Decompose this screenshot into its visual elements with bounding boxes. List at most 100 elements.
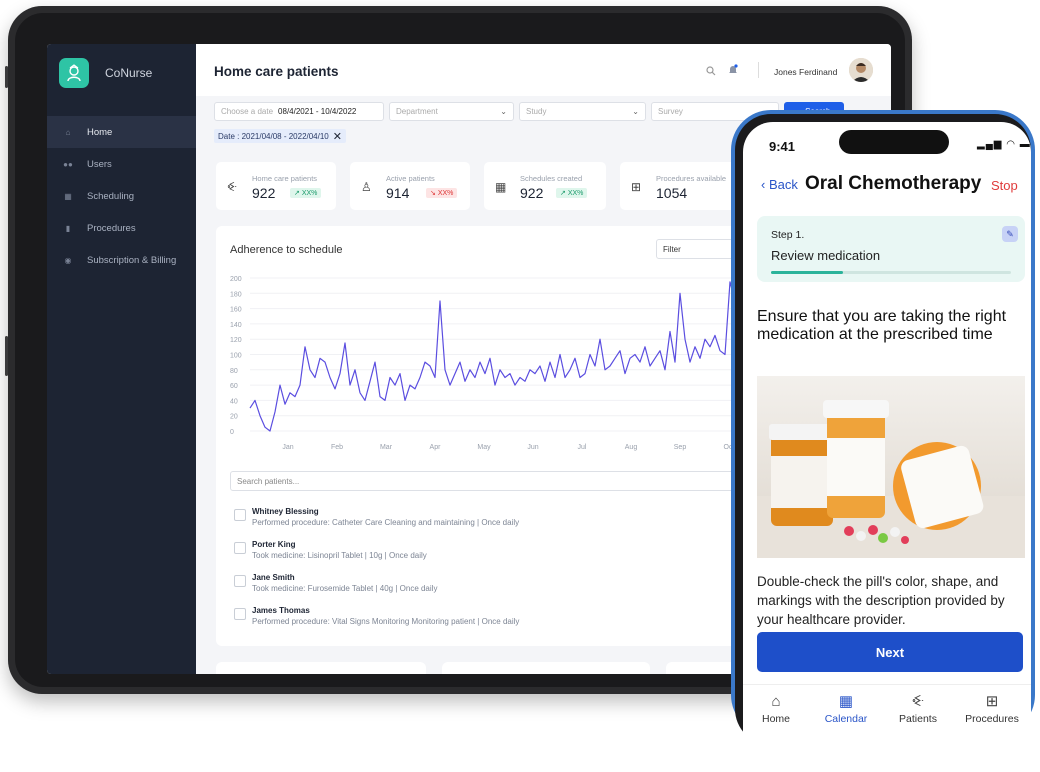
calendar-icon: ▦ xyxy=(495,180,507,194)
user-name[interactable]: Jones Ferdinand xyxy=(774,67,837,77)
stat-card-schedules: ▦ Schedules created 922 ↗ XX% xyxy=(484,162,606,210)
home-icon: ⌂ xyxy=(65,127,71,137)
back-button[interactable]: ‹ Back xyxy=(761,177,798,192)
tab-label: Calendar xyxy=(824,713,868,725)
wifi-icon: ◠ xyxy=(1006,139,1016,150)
bell-icon[interactable] xyxy=(728,64,738,76)
tablet-side-button xyxy=(5,66,8,88)
department-select[interactable]: Department ⌄ xyxy=(389,102,514,121)
checkbox[interactable] xyxy=(234,542,246,554)
x-tick-label: Jan xyxy=(282,444,293,451)
calendar-icon: ▦ xyxy=(64,191,72,201)
search-icon[interactable] xyxy=(706,66,716,76)
sidebar-item-home[interactable]: ⌂ Home xyxy=(47,116,196,148)
study-select[interactable]: Study ⌄ xyxy=(519,102,646,121)
patient-description: Performed procedure: Catheter Care Clean… xyxy=(252,518,520,527)
tab-label: Patients xyxy=(899,713,937,725)
screen-title: Oral Chemotherapy xyxy=(805,173,982,194)
sidebar-nav: ⌂ Home ●● Users ▦ Scheduling ▮ Procedure… xyxy=(47,116,196,276)
y-tick-label: 80 xyxy=(230,368,238,375)
tab-patients[interactable]: ꔾ Patients xyxy=(883,691,953,725)
group-icon: ꔾ xyxy=(227,180,238,194)
chevron-left-icon: ‹ xyxy=(761,177,766,192)
sidebar-item-label: Users xyxy=(87,158,112,170)
x-tick-label: Jun xyxy=(527,444,538,451)
adherence-chart: 200180160140120100806040200Jan Feb Mar Apr M… xyxy=(230,276,806,451)
date-placeholder: Choose a date xyxy=(221,107,274,116)
checkbox[interactable] xyxy=(234,575,246,587)
sidebar-item-scheduling[interactable]: ▦ Scheduling xyxy=(47,180,196,212)
x-tick-label: Mar xyxy=(380,444,393,451)
procedures-icon: ⊞ xyxy=(985,693,999,710)
list-item[interactable]: Jane Smith Took medicine: Furosemide Tab… xyxy=(234,573,794,603)
y-tick-label: 200 xyxy=(230,276,242,283)
step-description: Double-check the pill's color, shape, an… xyxy=(757,574,1005,627)
list-item[interactable]: James Thomas Performed procedure: Vital … xyxy=(234,606,794,636)
list-item[interactable]: Porter King Took medicine: Lisinopril Ta… xyxy=(234,540,794,570)
filter-label: Filter xyxy=(663,244,681,254)
trend-down-badge: ↘ XX% xyxy=(426,188,458,198)
study-label: Study xyxy=(526,107,547,116)
stat-value: 922 xyxy=(252,185,276,201)
tab-calendar[interactable]: ▦ Calendar xyxy=(811,691,881,725)
signal-icon: ▂▄▆ xyxy=(977,139,1003,150)
medkit-icon: ⊞ xyxy=(631,180,642,194)
department-label: Department xyxy=(396,107,438,116)
y-tick-label: 20 xyxy=(230,414,238,421)
divider xyxy=(758,62,759,78)
date-value: 08/4/2021 - 10/4/2022 xyxy=(278,107,357,116)
x-tick-label: May xyxy=(477,444,491,451)
y-tick-label: 120 xyxy=(230,337,242,344)
step-progress-bar xyxy=(771,271,1011,274)
sidebar-item-label: Procedures xyxy=(87,222,136,234)
sidebar-item-users[interactable]: ●● Users xyxy=(47,148,196,180)
dynamic-island xyxy=(839,130,949,154)
battery-icon: ▬ xyxy=(1019,139,1031,150)
home-icon: ⌂ xyxy=(771,693,781,710)
stat-card-active: ♙ Active patients 914 ↘ XX% xyxy=(350,162,470,210)
date-chip-label: Date : 2021/04/08 - 2022/04/10 xyxy=(218,131,329,141)
checkbox[interactable] xyxy=(234,608,246,620)
mic-off-icon[interactable]: ✎ xyxy=(1002,226,1018,242)
next-button[interactable]: Next xyxy=(757,632,1023,672)
x-tick-label: Sep xyxy=(674,444,687,451)
x-tick-label: Feb xyxy=(331,444,343,451)
search-patients-input[interactable]: Search patients... xyxy=(230,471,810,491)
y-tick-label: 180 xyxy=(230,291,242,298)
patients-icon: ꔾ xyxy=(911,693,925,710)
page-title: Home care patients xyxy=(214,64,339,79)
pill-bottles-image xyxy=(757,400,1025,558)
patient-description: Took medicine: Lisinopril Tablet | 10g |… xyxy=(252,551,427,560)
y-tick-label: 100 xyxy=(230,353,242,360)
tab-home[interactable]: ⌂ Home xyxy=(743,691,811,725)
top-bar: Home care patients Jones Ferdinand xyxy=(196,44,891,96)
bottom-tab-bar: ⌂ Home ▦ Calendar ꔾ Patients ⊞ Procedure… xyxy=(743,684,1031,745)
stop-button[interactable]: Stop xyxy=(991,178,1018,193)
date-filter-chip: Date : 2021/04/08 - 2022/04/10 ✕ xyxy=(214,129,346,143)
patient-description: Performed procedure: Vital Signs Monitor… xyxy=(252,617,520,626)
sidebar-item-label: Subscription & Billing xyxy=(87,254,177,266)
date-range-picker[interactable]: Choose a date 08/4/2021 - 10/4/2022 xyxy=(214,102,384,121)
sidebar-item-procedures[interactable]: ▮ Procedures xyxy=(47,212,196,244)
chevron-down-icon: ⌄ xyxy=(632,107,639,116)
avatar[interactable] xyxy=(849,58,873,82)
sidebar-item-label: Scheduling xyxy=(87,190,135,202)
survey-label: Survey xyxy=(658,107,683,116)
stat-label: Active patients xyxy=(386,174,435,183)
patient-description: Took medicine: Furosemide Tablet | 40g |… xyxy=(252,584,438,593)
medication-photo xyxy=(757,376,1025,558)
y-tick-label: 140 xyxy=(230,322,242,329)
trend-up-badge: ↗ XX% xyxy=(290,188,322,198)
phone-screen: 9:41 ▂▄▆ ◠ ▬ ‹ Back Oral Chemotherapy St… xyxy=(743,122,1031,772)
list-item[interactable]: Whitney Blessing Performed procedure: Ca… xyxy=(234,507,794,537)
sidebar-item-label: Home xyxy=(87,126,113,138)
sidebar-item-billing[interactable]: ◉ Subscription & Billing xyxy=(47,244,196,276)
patient-name: Porter King xyxy=(252,540,296,549)
tab-procedures[interactable]: ⊞ Procedures xyxy=(957,691,1027,725)
stat-label: Home care patients xyxy=(252,174,318,183)
conurse-logo[interactable] xyxy=(59,58,89,88)
close-icon[interactable]: ✕ xyxy=(333,130,342,143)
step-label: Step 1. xyxy=(771,229,805,241)
checkbox[interactable] xyxy=(234,509,246,521)
person-icon: ♙ xyxy=(361,180,372,194)
